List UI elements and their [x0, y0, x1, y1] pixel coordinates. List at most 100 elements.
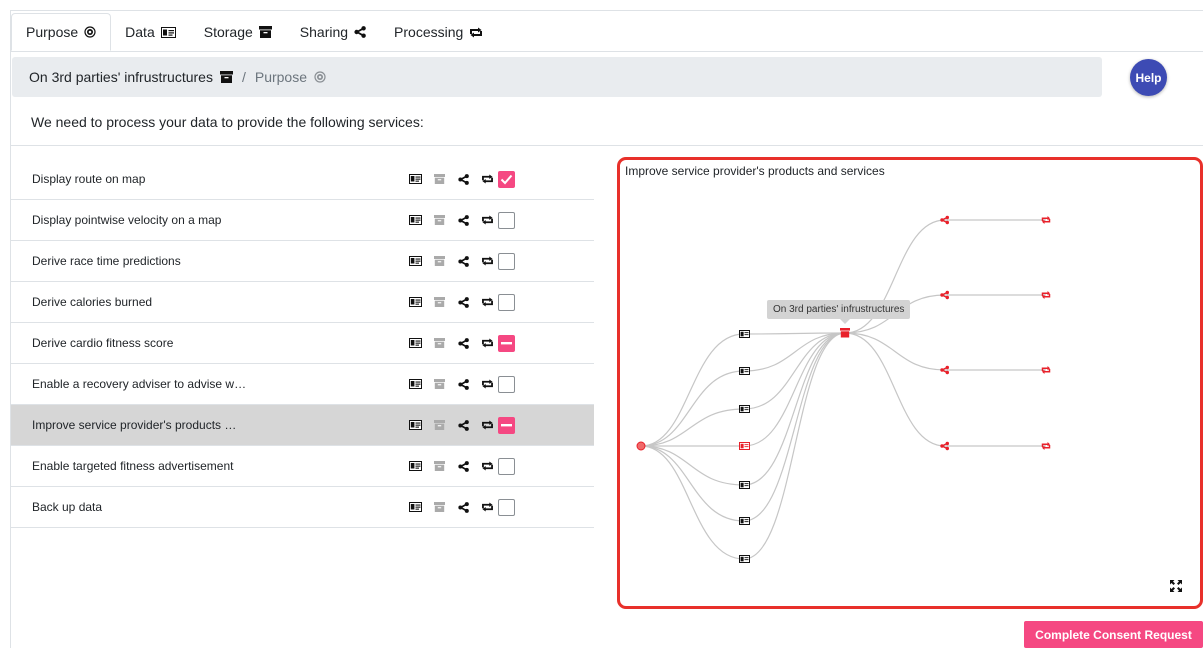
sharing-icon — [451, 255, 475, 267]
tab-data[interactable]: Data — [111, 13, 190, 51]
breadcrumb: On 3rd parties' infrustructures / Purpos… — [12, 57, 1102, 97]
purpose-row[interactable]: Improve service provider's products … — [11, 405, 594, 446]
processing-icon — [475, 174, 499, 184]
graph-edge — [844, 332, 946, 447]
graph-edge — [640, 408, 745, 447]
purpose-row[interactable]: Derive cardio fitness score — [11, 323, 594, 364]
purpose-row[interactable]: Display route on map — [11, 159, 594, 200]
graph-root-node[interactable] — [636, 441, 646, 451]
purpose-graph[interactable] — [620, 160, 1200, 606]
data-node-highlighted[interactable] — [739, 442, 750, 450]
intro-divider — [11, 145, 1203, 146]
purpose-consent-checkbox[interactable] — [498, 170, 515, 188]
data-icon — [403, 502, 427, 512]
purpose-consent-checkbox[interactable] — [498, 293, 515, 311]
storage-icon — [427, 215, 451, 225]
tab-label: Sharing — [299, 24, 349, 40]
sharing-icon — [451, 501, 475, 513]
tab-processing[interactable]: Processing — [380, 13, 497, 51]
purpose-label: Back up data — [32, 500, 103, 514]
graph-edge — [640, 370, 745, 447]
graph-edge — [743, 332, 846, 486]
purpose-consent-checkbox[interactable] — [498, 416, 515, 434]
data-node[interactable] — [739, 330, 750, 338]
tab-sharing[interactable]: Sharing — [286, 13, 380, 51]
purpose-label: Enable a recovery adviser to advise w… — [32, 377, 247, 391]
processing-icon — [475, 256, 499, 266]
data-node[interactable] — [739, 405, 750, 413]
tab-bar: Purpose Data Storage Sharing Processing — [11, 13, 497, 51]
graph-edge — [844, 332, 946, 371]
data-icon — [403, 297, 427, 307]
data-icon — [403, 338, 427, 348]
data-icon — [403, 461, 427, 471]
purpose-label: Derive cardio fitness score — [32, 336, 174, 350]
graph-edge — [743, 332, 846, 522]
sharing-icon — [451, 337, 475, 349]
purpose-consent-checkbox[interactable] — [498, 252, 515, 270]
breadcrumb-item-storage[interactable]: On 3rd parties' infrustructures — [29, 69, 213, 85]
data-node[interactable] — [739, 367, 750, 375]
expand-icon[interactable] — [1170, 579, 1182, 597]
purpose-row[interactable]: Derive race time predictions — [11, 241, 594, 282]
storage-icon — [427, 297, 451, 307]
purpose-category-icons — [403, 255, 499, 267]
purpose-label: Enable targeted fitness advertisement — [32, 459, 234, 473]
tab-label: Processing — [394, 24, 464, 40]
sharing-icon — [451, 378, 475, 390]
data-node[interactable] — [739, 555, 750, 563]
purpose-label: Display pointwise velocity on a map — [32, 213, 222, 227]
storage-icon — [219, 71, 233, 83]
purpose-label: Derive calories burned — [32, 295, 153, 309]
tab-bar-divider — [11, 51, 1203, 52]
processing-icon — [469, 27, 483, 38]
purpose-row[interactable]: Enable a recovery adviser to advise w… — [11, 364, 594, 405]
storage-icon — [427, 420, 451, 430]
graph-sharing-nodes — [940, 215, 949, 451]
storage-icon — [427, 502, 451, 512]
purpose-icon — [84, 26, 96, 38]
data-icon — [403, 420, 427, 430]
sharing-icon — [354, 26, 366, 38]
data-icon — [403, 379, 427, 389]
help-button[interactable]: Help — [1130, 59, 1167, 96]
purpose-row[interactable]: Enable targeted fitness advertisement — [11, 446, 594, 487]
graph-processing-nodes — [1041, 216, 1051, 450]
graph-edge — [640, 445, 745, 560]
purpose-consent-checkbox[interactable] — [498, 211, 515, 229]
purpose-consent-checkbox[interactable] — [498, 334, 515, 352]
graph-edge — [743, 332, 846, 560]
data-node[interactable] — [739, 481, 750, 489]
tab-storage[interactable]: Storage — [190, 13, 286, 51]
processing-icon — [475, 338, 499, 348]
purpose-consent-checkbox[interactable] — [498, 498, 515, 516]
storage-icon — [427, 338, 451, 348]
graph-edge — [640, 445, 745, 486]
purpose-category-icons — [403, 337, 499, 349]
breadcrumb-item-purpose: Purpose — [254, 69, 308, 85]
purpose-consent-checkbox[interactable] — [498, 457, 515, 475]
data-icon — [160, 26, 176, 38]
processing-icon — [475, 502, 499, 512]
tab-label: Purpose — [26, 24, 79, 40]
storage-node[interactable] — [840, 328, 850, 338]
purpose-consent-checkbox[interactable] — [498, 375, 515, 393]
processing-icon — [475, 461, 499, 471]
storage-icon — [427, 461, 451, 471]
graph-data-nodes — [739, 330, 750, 563]
processing-icon — [475, 379, 499, 389]
sharing-icon — [451, 419, 475, 431]
purpose-row[interactable]: Back up data — [11, 487, 594, 528]
purpose-category-icons — [403, 296, 499, 308]
sharing-icon — [451, 214, 475, 226]
complete-consent-button[interactable]: Complete Consent Request — [1024, 621, 1203, 648]
purpose-row[interactable]: Derive calories burned — [11, 282, 594, 323]
data-node[interactable] — [739, 517, 750, 525]
purpose-category-icons — [403, 214, 499, 226]
purpose-row[interactable]: Display pointwise velocity on a map — [11, 200, 594, 241]
storage-icon — [427, 174, 451, 184]
tab-purpose[interactable]: Purpose — [11, 13, 112, 51]
breadcrumb-separator: / — [241, 69, 246, 85]
purpose-label: Display route on map — [32, 172, 146, 186]
data-icon — [403, 174, 427, 184]
